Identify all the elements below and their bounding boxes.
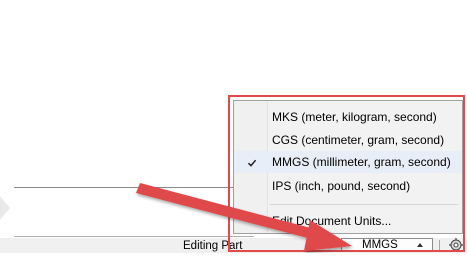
menu-item-edit-document-units[interactable]: Edit Document Units... (234, 210, 462, 232)
units-dropdown[interactable]: MMGS (341, 238, 433, 252)
menu-item-label: MMGS (millimeter, gram, second) (272, 155, 451, 169)
caret-up-icon (417, 243, 423, 247)
background-divider (14, 187, 254, 188)
menu-item-label: MKS (meter, kilogram, second) (272, 110, 437, 124)
menu-item-mmgs[interactable]: MMGS (millimeter, gram, second) (234, 151, 462, 173)
menu-item-label: Edit Document Units... (272, 214, 392, 228)
menu-item-cgs[interactable]: CGS (centimeter, gram, second) (234, 129, 462, 151)
menu-item-label: IPS (inch, pound, second) (272, 179, 411, 193)
background-arrow-shape (0, 196, 10, 220)
menu-item-label: CGS (centimeter, gram, second) (272, 133, 445, 147)
menu-item-mks[interactable]: MKS (meter, kilogram, second) (234, 106, 462, 128)
menu-item-ips[interactable]: IPS (inch, pound, second) (234, 175, 462, 197)
units-menu: MKS (meter, kilogram, second) CGS (centi… (233, 100, 463, 234)
status-separator (439, 240, 440, 252)
units-dropdown-value: MMGS (362, 239, 398, 251)
rebuild-gear-icon[interactable] (448, 238, 464, 253)
menu-separator (270, 204, 458, 205)
checkmark-icon (243, 154, 261, 172)
background-divider (14, 236, 254, 237)
status-text: Editing Part (183, 240, 243, 252)
